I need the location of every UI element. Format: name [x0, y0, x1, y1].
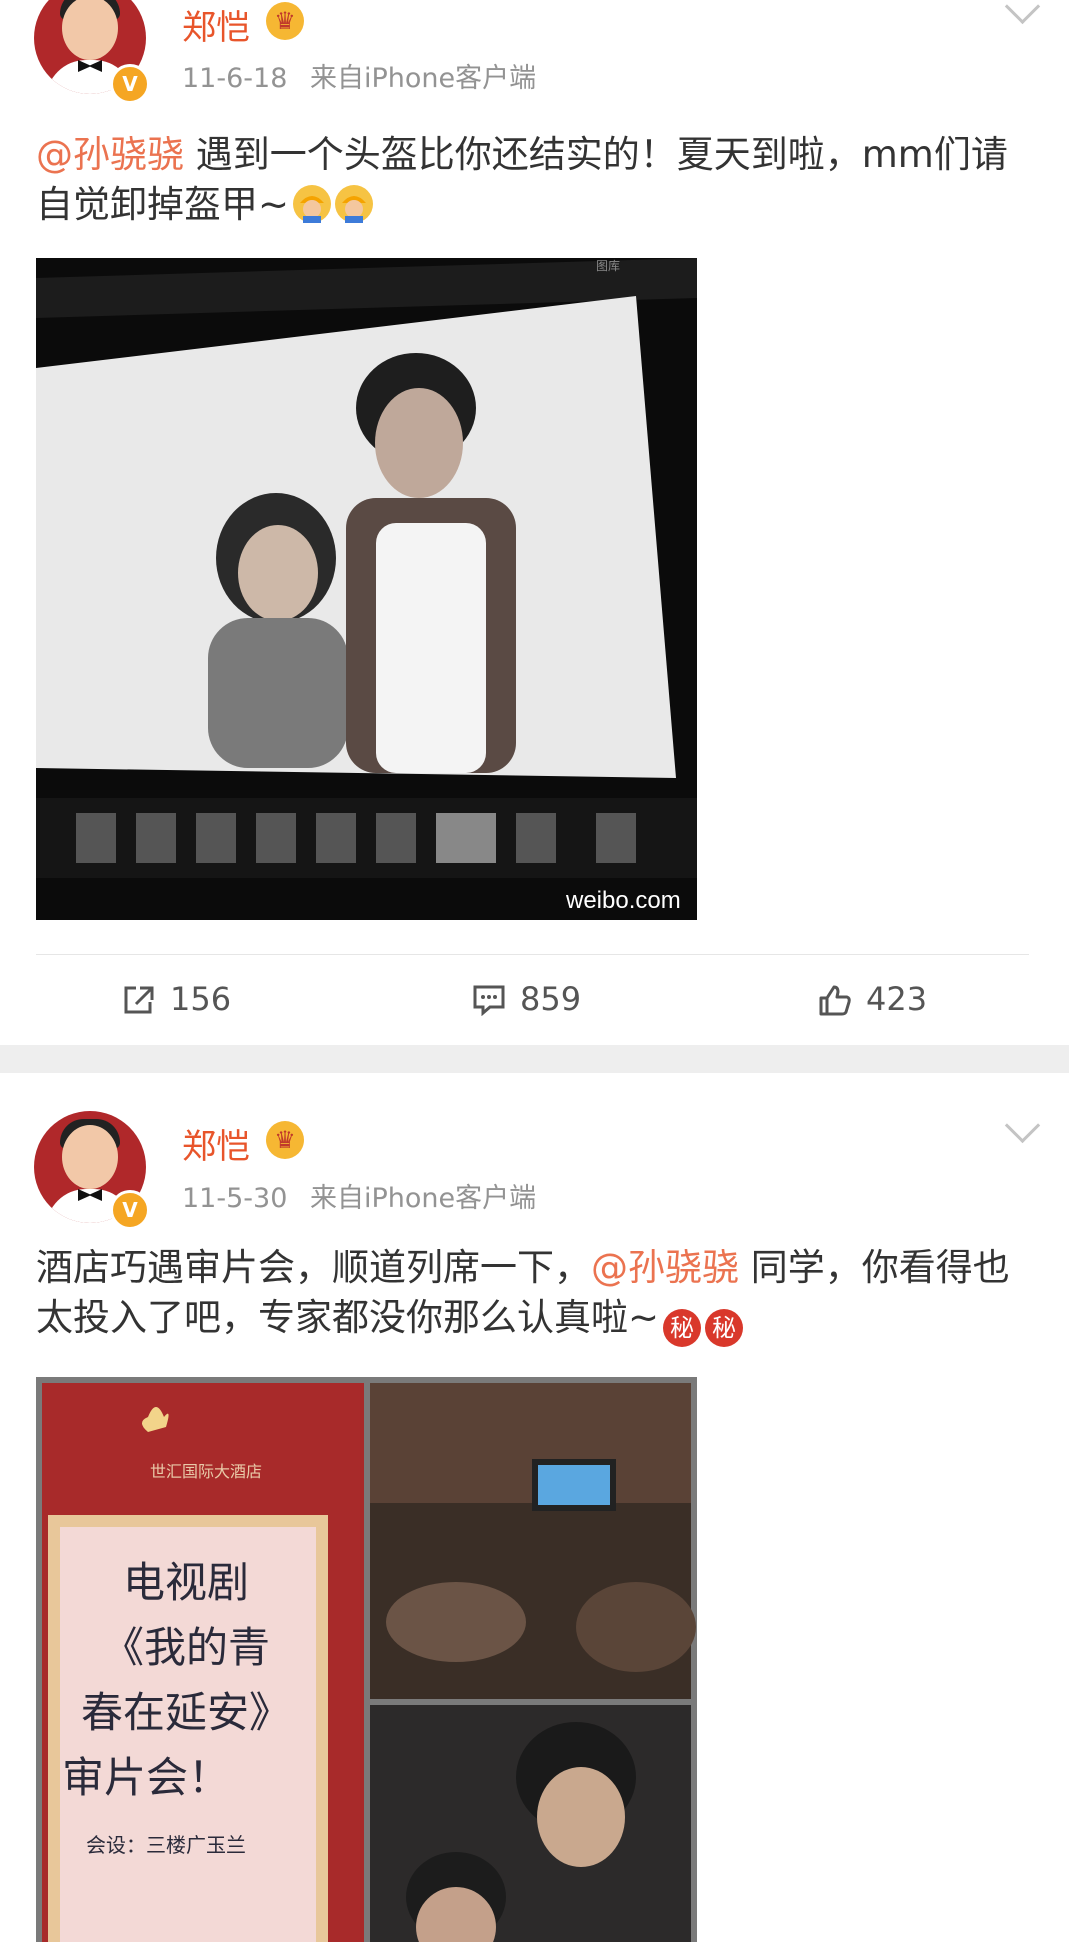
image-watermark: weibo.com [565, 887, 681, 914]
chevron-down-icon[interactable] [1004, 0, 1041, 25]
post-separator [0, 1045, 1069, 1073]
timestamp: 11-6-18 [182, 63, 288, 94]
chevron-down-icon[interactable] [1004, 1107, 1041, 1144]
mention-link[interactable]: @孙骁骁 [591, 1246, 739, 1289]
weibo-post-2: V 郑恺 ♛ 11-5-30 来自iPhone客户端 酒店巧遇审片会，顺道列席一… [0, 1073, 1069, 1942]
weibo-post-1: V 郑恺 ♛ 11-6-18 来自iPhone客户端 @孙骁骁 遇到一个头盔比你… [0, 0, 1069, 1045]
post-meta: 11-6-18 来自iPhone客户端 [182, 56, 536, 95]
divider [36, 954, 1029, 955]
post-source: 来自iPhone客户端 [309, 1183, 537, 1214]
verified-badge-icon: V [110, 1190, 150, 1230]
crown-icon: ♛ [266, 2, 304, 40]
timestamp: 11-5-30 [182, 1183, 288, 1214]
username[interactable]: 郑恺 [182, 1119, 250, 1168]
comment-button[interactable]: 859 [472, 978, 581, 1020]
post-image[interactable]: 图库 weibo.com [36, 258, 697, 920]
post-image[interactable]: 世汇国际大酒店 电视剧 《我的青 春在延安》 审片会！ 会设：三楼广玉兰 [36, 1377, 697, 1942]
hotel-name: 世汇国际大酒店 [150, 1462, 262, 1481]
like-button[interactable]: 423 [818, 978, 927, 1020]
thumbs-up-icon [818, 984, 852, 1016]
secret-emoji-icon: 秘 [663, 1309, 702, 1347]
construction-worker-icon [293, 185, 332, 223]
poster-line-3: 春在延安》 [81, 1688, 291, 1737]
post-meta: 11-5-30 来自iPhone客户端 [182, 1176, 536, 1215]
repost-icon [122, 984, 156, 1016]
repost-button[interactable]: 156 [122, 978, 231, 1020]
post-source: 来自iPhone客户端 [309, 63, 537, 94]
poster-line-2: 《我的青 [102, 1623, 270, 1672]
comment-icon [472, 984, 506, 1017]
poster-line-4: 审片会！ [62, 1753, 230, 1802]
post-body-start: 酒店巧遇审片会，顺道列席一下， [36, 1246, 591, 1289]
post-text: 酒店巧遇审片会，顺道列席一下，@孙骁骁 同学，你看得也太投入了吧，专家都没你那么… [36, 1243, 1036, 1347]
like-count: 423 [866, 980, 928, 1018]
mention-link[interactable]: @孙骁骁 [36, 133, 184, 176]
post-text: @孙骁骁 遇到一个头盔比你还结实的！夏天到啦，mm们请自觉卸掉盔甲~ [36, 130, 1036, 230]
comment-count: 859 [520, 980, 582, 1018]
construction-worker-icon [335, 185, 374, 223]
poster-line-1: 电视剧 [123, 1558, 249, 1607]
verified-badge-icon: V [110, 64, 150, 104]
username[interactable]: 郑恺 [182, 0, 250, 49]
poster-line-5: 会设：三楼广玉兰 [86, 1833, 246, 1857]
window-label: 图库 [596, 258, 620, 273]
secret-emoji-icon: 秘 [705, 1309, 744, 1347]
repost-count: 156 [170, 980, 232, 1018]
crown-icon: ♛ [266, 1121, 304, 1159]
